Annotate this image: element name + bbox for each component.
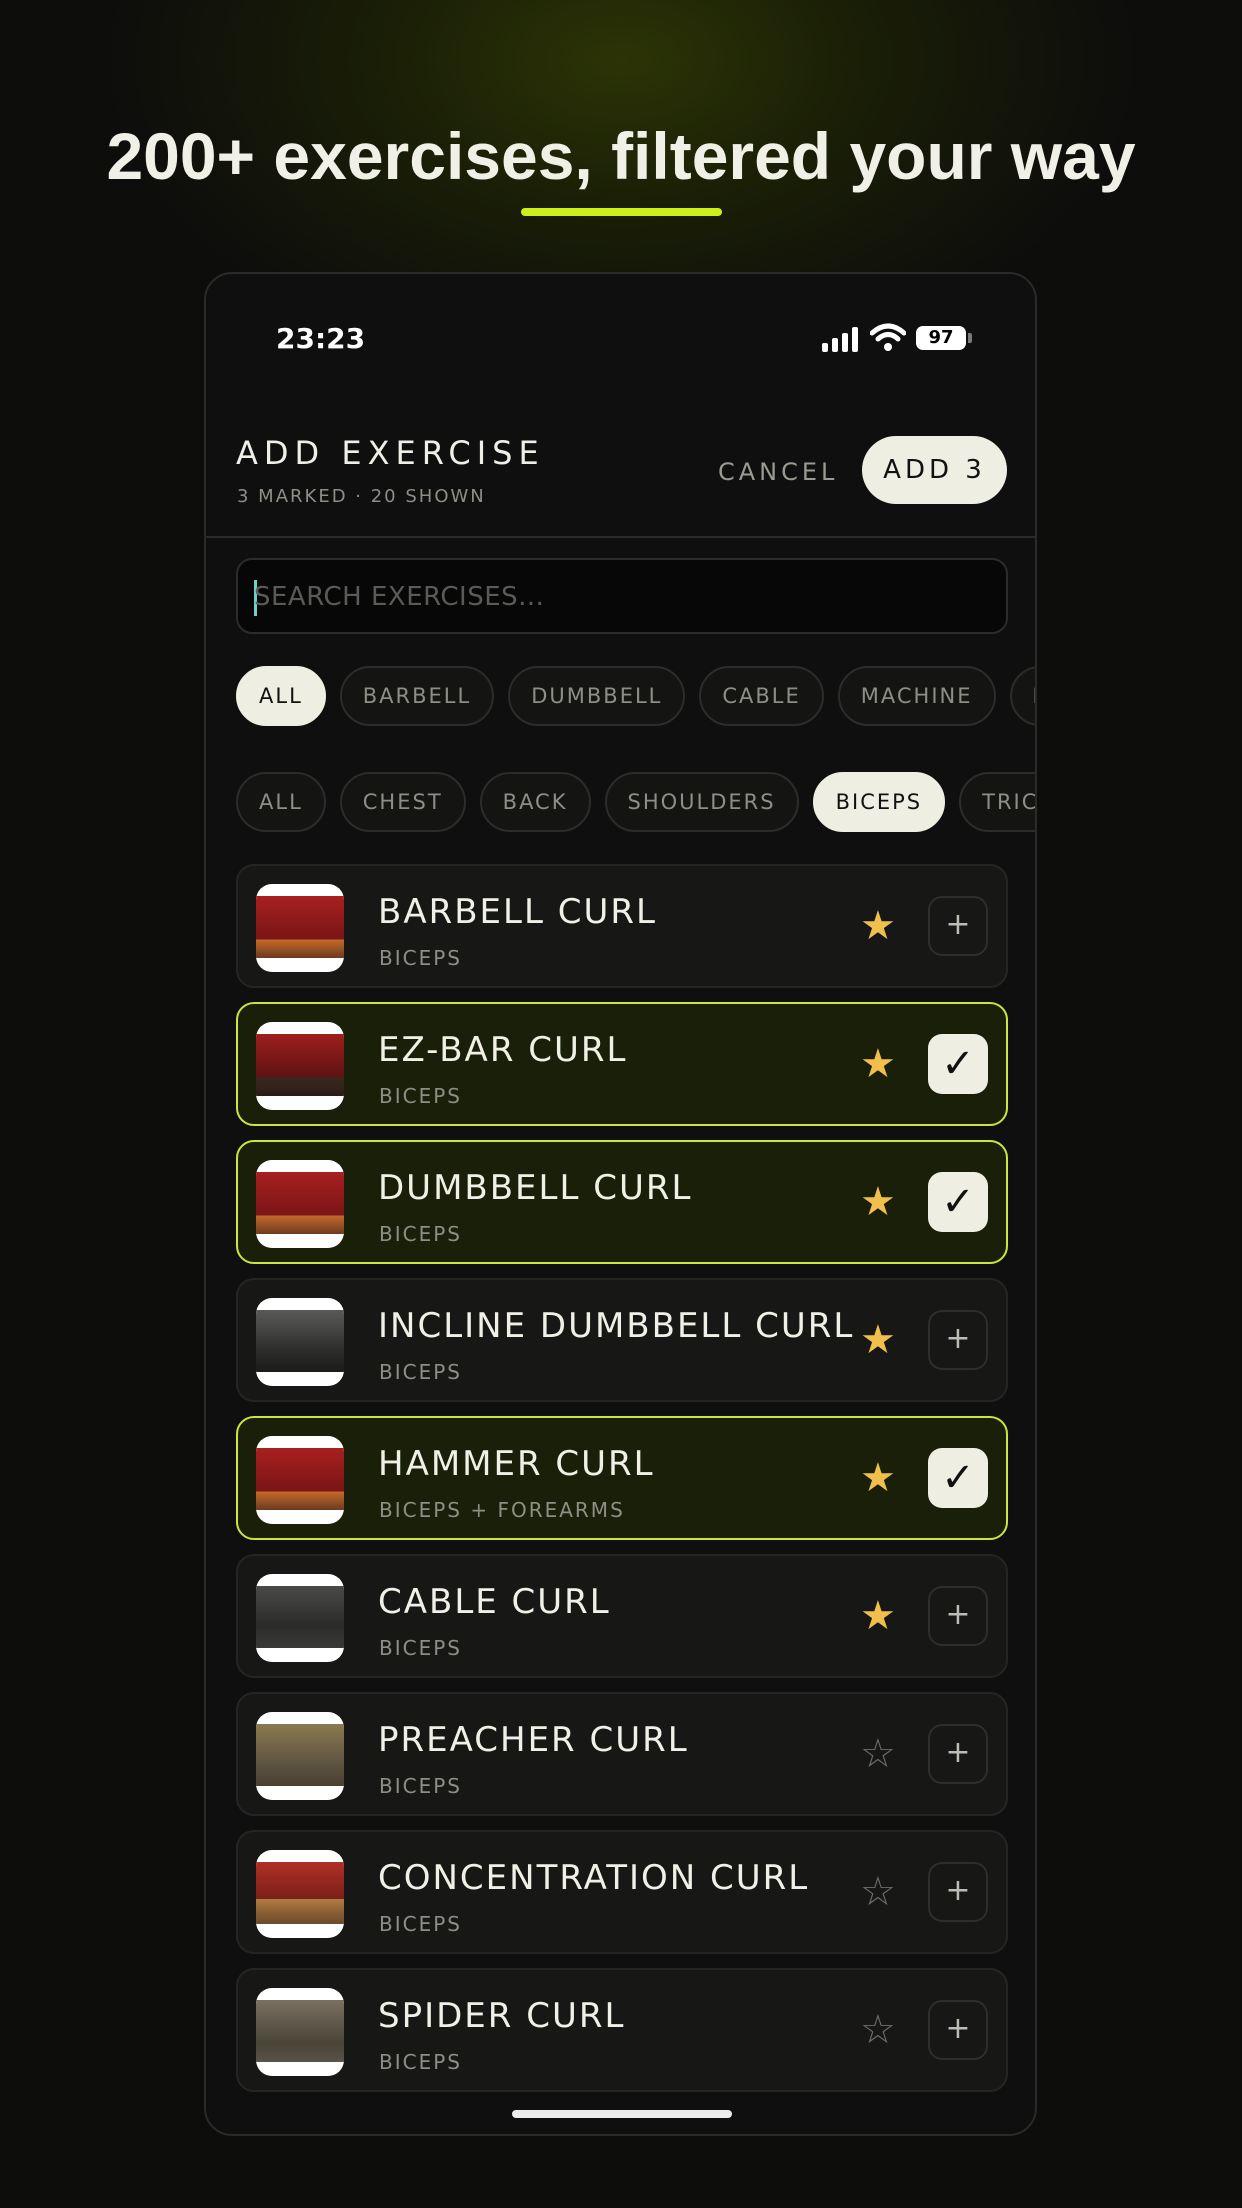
equipment-chip-barbell[interactable]: BARBELL [339,666,495,726]
plus-icon[interactable]: + [928,1310,988,1370]
exercise-muscle: BICEPS + FOREARMS [379,1498,625,1522]
add-exercise-header: ADD EXERCISE 3 MARKED · 20 SHOWN CANCEL … [206,412,1035,538]
plus-icon[interactable]: + [928,2000,988,2060]
exercise-muscle: BICEPS [379,1774,462,1798]
muscle-chip-triceps[interactable]: TRICEPS [959,772,1035,832]
exercise-name: DUMBBELL CURL [378,1168,693,1208]
star-icon[interactable]: ★ [860,1316,896,1364]
exercise-name: EZ-BAR CURL [378,1030,628,1070]
checkmark-icon[interactable]: ✓ [928,1034,988,1094]
exercise-thumbnail [256,884,344,972]
muscle-chip-chest[interactable]: CHEST [339,772,466,832]
exercise-photo [256,1172,344,1234]
exercise-row[interactable]: SPIDER CURL BICEPS ☆ + [236,1968,1008,2092]
wifi-icon [870,323,906,351]
plus-icon[interactable]: + [928,1862,988,1922]
exercise-photo [256,1034,344,1096]
exercise-thumbnail [256,1298,344,1386]
exercise-name: CABLE CURL [378,1582,611,1622]
star-icon[interactable]: ★ [860,902,896,950]
search-input[interactable]: SEARCH EXERCISES... [236,558,1008,634]
add-selected-button[interactable]: ADD 3 [862,436,1007,504]
status-bar: 23:23 97 [206,274,1035,384]
exercise-name: INCLINE DUMBBELL CURL [378,1306,855,1346]
exercise-photo [256,1586,344,1648]
exercise-thumbnail [256,1850,344,1938]
exercise-muscle: BICEPS [379,1360,462,1384]
checkmark-icon[interactable]: ✓ [928,1172,988,1232]
exercise-row[interactable]: INCLINE DUMBBELL CURL BICEPS ★ + [236,1278,1008,1402]
star-icon[interactable]: ☆ [860,1730,896,1778]
exercise-photo [256,2000,344,2062]
muscle-filter-row: ALLCHESTBACKSHOULDERSBICEPSTRICEPS [236,772,1035,832]
equipment-chip-machine[interactable]: MACHINE [837,666,996,726]
exercise-name: PREACHER CURL [378,1720,689,1760]
exercise-muscle: BICEPS [379,1084,462,1108]
exercise-row[interactable]: PREACHER CURL BICEPS ☆ + [236,1692,1008,1816]
exercise-muscle: BICEPS [379,1222,462,1246]
exercise-photo [256,1310,344,1372]
battery-tip [968,333,972,343]
status-time: 23:23 [276,322,366,355]
muscle-chip-back[interactable]: BACK [479,772,591,832]
search-placeholder: SEARCH EXERCISES... [254,582,545,612]
exercise-thumbnail [256,1022,344,1110]
equipment-filter-row: ALLBARBELLDUMBBELLCABLEMACHINE BODYWEIGHT [236,666,1035,726]
exercise-row[interactable]: EZ-BAR CURL BICEPS ★ ✓ [236,1002,1008,1126]
exercise-thumbnail [256,1988,344,2076]
exercise-muscle: BICEPS [379,946,462,970]
exercise-row[interactable]: BARBELL CURL BICEPS ★ + [236,864,1008,988]
exercise-thumbnail [256,1436,344,1524]
star-icon[interactable]: ☆ [860,1868,896,1916]
equipment-chip-cable[interactable]: CABLE [699,666,824,726]
exercise-muscle: BICEPS [379,1912,462,1936]
muscle-chip-all[interactable]: ALL [236,772,326,832]
exercise-name: HAMMER CURL [378,1444,655,1484]
exercise-name: CONCENTRATION CURL [378,1858,810,1898]
plus-icon[interactable]: + [928,1586,988,1646]
cancel-button[interactable]: CANCEL [718,458,838,486]
exercise-row[interactable]: DUMBBELL CURL BICEPS ★ ✓ [236,1140,1008,1264]
exercise-name: SPIDER CURL [378,1996,626,2036]
phone-frame: 23:23 97 ADD EXERCISE 3 MARKED · 20 SHOW… [204,272,1037,2136]
battery-icon: 97 [916,326,966,350]
exercise-photo [256,1448,344,1510]
muscle-chip-shoulders[interactable]: SHOULDERS [604,772,799,832]
star-icon[interactable]: ★ [860,1592,896,1640]
exercise-row[interactable]: HAMMER CURL BICEPS + FOREARMS ★ ✓ [236,1416,1008,1540]
star-icon[interactable]: ★ [860,1454,896,1502]
exercise-muscle: BICEPS [379,2050,462,2074]
plus-icon[interactable]: + [928,1724,988,1784]
exercise-row[interactable]: CONCENTRATION CURL BICEPS ☆ + [236,1830,1008,1954]
selection-summary: 3 MARKED · 20 SHOWN [237,486,486,507]
page-headline: 200+ exercises, filtered your way [106,119,1136,193]
exercise-photo [256,1862,344,1924]
exercise-muscle: BICEPS [379,1636,462,1660]
exercise-thumbnail [256,1712,344,1800]
page-title: ADD EXERCISE [236,434,545,472]
exercise-thumbnail [256,1574,344,1662]
plus-icon[interactable]: + [928,896,988,956]
star-icon[interactable]: ★ [860,1178,896,1226]
exercise-photo [256,896,344,958]
exercise-row[interactable]: CABLE CURL BICEPS ★ + [236,1554,1008,1678]
home-indicator [512,2110,732,2118]
exercise-thumbnail [256,1160,344,1248]
checkmark-icon[interactable]: ✓ [928,1448,988,1508]
exercise-list: BARBELL CURL BICEPS ★ + EZ-BAR CURL BICEPS ★ ✓ D… [236,864,1008,2106]
exercise-photo [256,1724,344,1786]
muscle-chip-biceps[interactable]: BICEPS [812,772,946,832]
exercise-name: BARBELL CURL [378,892,657,932]
equipment-chip-bodyweight[interactable]: BODYWEIGHT [1009,666,1035,726]
star-icon[interactable]: ☆ [860,2006,896,2054]
equipment-chip-all[interactable]: ALL [236,666,326,726]
headline-underline [521,208,722,216]
star-icon[interactable]: ★ [860,1040,896,1088]
equipment-chip-dumbbell[interactable]: DUMBBELL [508,666,686,726]
signal-icon [822,326,860,352]
